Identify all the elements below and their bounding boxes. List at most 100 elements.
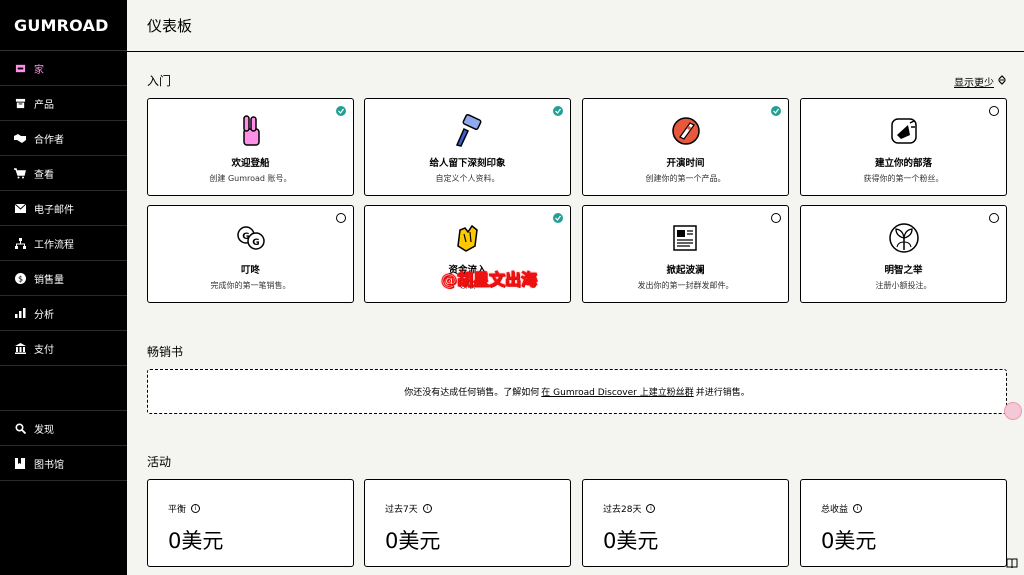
- sidebar-item-label: 合作者: [34, 134, 64, 146]
- home-icon: [14, 62, 26, 74]
- card-title: 明智之举: [884, 265, 923, 276]
- completed-check-icon: [336, 106, 346, 116]
- onboarding-card-welcome[interactable]: 欢迎登船 创建 Gumroad 账号。: [147, 98, 354, 196]
- clapping-hands-icon: [456, 224, 478, 252]
- sidebar-item-label: 家: [34, 64, 44, 76]
- incomplete-circle-icon: [336, 213, 346, 223]
- onboarding-card-profile[interactable]: 给人留下深刻印象 自定义个人资料。: [364, 98, 571, 196]
- plant-icon: [888, 223, 919, 253]
- completed-check-icon: [553, 213, 563, 223]
- bank-icon: [14, 342, 26, 354]
- onboarding-card-first-product[interactable]: 开演时间 创建你的第一个产品。: [582, 98, 789, 196]
- newspaper-icon: [672, 225, 697, 251]
- stat-card-balance: 平衡 i 0美元: [147, 479, 354, 567]
- sidebar-item-label: 电子邮件: [34, 204, 74, 216]
- card-title: 建立你的部落: [874, 158, 932, 169]
- onboarding-card-first-follower[interactable]: 建立你的部落 获得你的第一个粉丝。: [800, 98, 1007, 196]
- sidebar-item-home[interactable]: 家: [0, 51, 127, 86]
- sidebar-item-workflows[interactable]: 工作流程: [0, 226, 127, 261]
- sidebar-item-label: 发现: [34, 424, 54, 436]
- card-subtitle: 发出你的第一封群发邮件。: [637, 281, 734, 290]
- stat-card-total-earnings: 总收益 i 0美元: [800, 479, 1007, 567]
- card-subtitle: 自定义个人资料。: [435, 174, 500, 183]
- card-title: 开演时间: [666, 158, 705, 169]
- watermark-text: @胡星文出海: [440, 270, 538, 290]
- sidebar-item-payouts[interactable]: 支付: [0, 331, 127, 366]
- info-icon[interactable]: i: [191, 504, 201, 513]
- stat-value: 0美元: [603, 529, 659, 553]
- info-icon[interactable]: i: [422, 504, 432, 513]
- workflow-icon: [14, 237, 26, 249]
- bar-chart-icon: [14, 307, 26, 319]
- handshake-icon: [14, 132, 26, 144]
- cart-icon: [14, 167, 26, 179]
- envelope-icon: [14, 202, 26, 214]
- sidebar-item-library[interactable]: 图书馆: [0, 446, 127, 481]
- activity-title: 活动: [147, 455, 172, 469]
- svg-text:$: $: [17, 274, 22, 283]
- show-less-label: 显示更少: [954, 78, 994, 89]
- onboarding-card-first-email[interactable]: 掀起波澜 发出你的第一封群发邮件。: [582, 205, 789, 303]
- completed-check-icon: [771, 106, 781, 116]
- getting-started-title: 入门: [147, 74, 172, 88]
- info-icon[interactable]: i: [646, 504, 656, 513]
- best-sellers-title: 畅销书: [147, 345, 184, 359]
- sidebar-item-analytics[interactable]: 分析: [0, 296, 127, 331]
- sidebar-spacer: [0, 366, 127, 411]
- stat-card-last-28-days: 过去28天 i 0美元: [582, 479, 789, 567]
- onboarding-card-first-sale[interactable]: GG 叮咚 完成你的第一笔销售。: [147, 205, 354, 303]
- sidebar-item-discover[interactable]: 发现: [0, 411, 127, 446]
- sidebar-item-label: 分析: [34, 309, 54, 321]
- page-header: 仪表板: [127, 0, 1024, 52]
- sidebar-item-collaborators[interactable]: 合作者: [0, 121, 127, 156]
- discover-link[interactable]: 在 Gumroad Discover 上建立粉丝群: [541, 385, 693, 398]
- stat-value: 0美元: [168, 529, 224, 553]
- floating-assistant-button[interactable]: [1004, 402, 1022, 420]
- card-subtitle: 创建 Gumroad 账号。: [209, 174, 292, 183]
- page-title: 仪表板: [147, 17, 193, 35]
- info-icon[interactable]: i: [853, 504, 863, 513]
- onboarding-card-small-bets[interactable]: 明智之举 注册小额投注。: [800, 205, 1007, 303]
- svg-text:G: G: [242, 232, 249, 242]
- show-less-toggle[interactable]: 显示更少: [954, 74, 1006, 89]
- svg-text:G: G: [252, 238, 259, 248]
- gumroad-logo[interactable]: GUMROAD: [0, 0, 127, 51]
- sidebar-item-checkout[interactable]: 查看: [0, 156, 127, 191]
- book-icon[interactable]: [1006, 557, 1018, 569]
- stat-value: 0美元: [385, 529, 441, 553]
- stat-value: 0美元: [821, 529, 877, 553]
- incomplete-circle-icon: [989, 106, 999, 116]
- megaphone-icon: [890, 118, 917, 144]
- sidebar-item-label: 查看: [34, 169, 54, 181]
- card-subtitle: 完成你的第一笔销售。: [210, 281, 291, 290]
- stat-label: 总收益: [821, 505, 849, 515]
- sidebar-item-label: 销售量: [34, 274, 64, 286]
- collapse-icon: [998, 75, 1006, 88]
- sidebar-item-label: 产品: [34, 99, 54, 111]
- stat-label: 平衡: [168, 505, 187, 515]
- stat-card-last-7-days: 过去7天 i 0美元: [364, 479, 571, 567]
- card-subtitle: 注册小额投注。: [875, 281, 932, 290]
- sidebar-item-products[interactable]: 产品: [0, 86, 127, 121]
- card-title: 掀起波澜: [666, 265, 705, 276]
- card-title: 叮咚: [240, 265, 260, 276]
- dollar-icon: $: [14, 272, 26, 284]
- card-subtitle: 获得你的第一个粉丝。: [863, 174, 944, 183]
- sidebar-item-sales[interactable]: $ 销售量: [0, 261, 127, 296]
- peace-hand-icon: [242, 115, 260, 146]
- incomplete-circle-icon: [771, 213, 781, 223]
- sidebar-item-emails[interactable]: 电子邮件: [0, 191, 127, 226]
- sidebar-item-label: 图书馆: [34, 459, 64, 471]
- empty-text: 你还没有达成任何销售。了解如何: [404, 388, 540, 398]
- best-sellers-empty-state: 你还没有达成任何销售。了解如何 在 Gumroad Discover 上建立粉丝…: [147, 369, 1007, 414]
- paintbrush-icon: [455, 113, 481, 147]
- search-icon: [14, 422, 26, 434]
- coins-icon: GG: [236, 226, 265, 250]
- sidebar-item-label: 支付: [34, 344, 54, 356]
- rocket-icon: [671, 117, 700, 145]
- stat-label: 过去28天: [603, 505, 642, 515]
- stat-label: 过去7天: [385, 505, 418, 515]
- card-title: 给人留下深刻印象: [429, 158, 506, 169]
- sidebar: GUMROAD 家 产品 合作者 查看 电子邮件 工作流程 $ 销售量 分析 支…: [0, 0, 127, 575]
- incomplete-circle-icon: [989, 213, 999, 223]
